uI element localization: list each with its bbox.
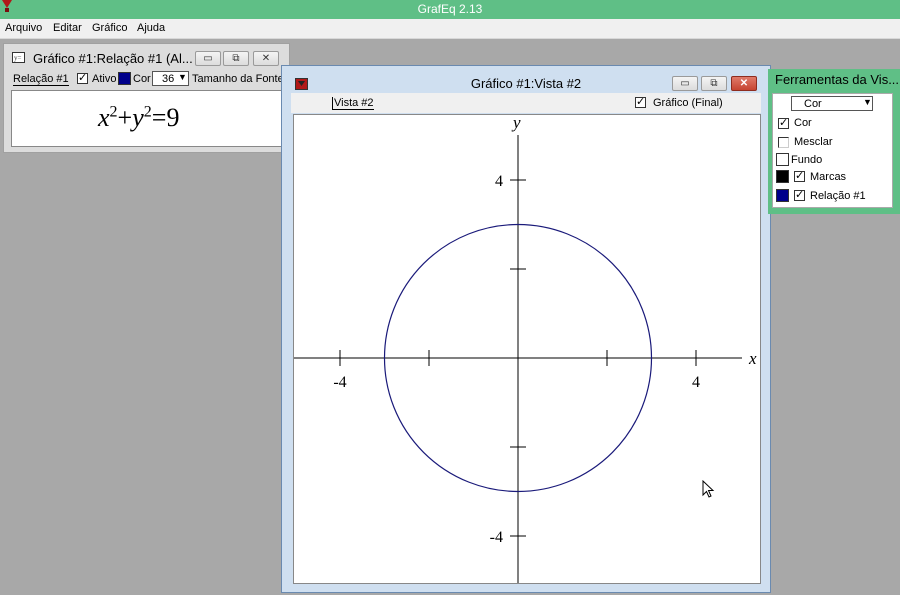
relation-window-title: Gráfico #1:Relação #1 (Al...	[33, 51, 193, 66]
view-toolbar: Vista #2 ✓ Gráfico (Final)	[291, 93, 761, 113]
tools-cor-checkbox[interactable]: ✓	[778, 117, 789, 129]
view-close-button[interactable]: ✕	[731, 76, 757, 91]
svg-text:y=: y=	[14, 54, 22, 62]
graph-canvas[interactable]: x y -4 4 4 -4	[293, 113, 761, 584]
tools-relation-checkbox[interactable]: ✓	[794, 189, 805, 201]
active-checkbox[interactable]: ✓	[77, 72, 88, 84]
relation-window-icon: y=	[12, 52, 25, 63]
close-icon: ✕	[739, 78, 749, 89]
equation-equals: =	[151, 103, 167, 132]
check-icon: ✓	[78, 72, 88, 84]
equation-exp-2: 2	[143, 103, 152, 121]
x-tick-label: -4	[333, 374, 346, 391]
relation-minimize-button[interactable]: ▭	[195, 51, 221, 66]
menu-ajuda[interactable]: Ajuda	[137, 22, 165, 34]
font-size-label: Tamanho da Fonte	[192, 73, 284, 85]
tools-mode-select[interactable]: Cor ▼	[791, 96, 873, 111]
tools-mesclar-label: Mesclar	[794, 136, 833, 148]
equation-exp-1: 2	[109, 103, 118, 121]
dropdown-arrow-icon: ▼	[178, 72, 187, 82]
plot-svg: x y -4 4 4 -4	[294, 113, 757, 583]
tools-marcas-swatch[interactable]	[776, 170, 789, 183]
tools-mesclar-checkbox[interactable]	[778, 137, 789, 148]
minimize-icon: ▭	[203, 53, 213, 64]
restore-icon: ⧉	[232, 53, 240, 64]
x-axis-label: x	[748, 349, 757, 368]
relation-window: y= Gráfico #1:Relação #1 (Al... ▭ ⧉ ✕ Re…	[3, 43, 290, 153]
tools-fundo-swatch[interactable]	[776, 153, 789, 166]
y-tick-label: -4	[490, 529, 503, 546]
equation-var-x: x	[98, 103, 110, 132]
restore-icon: ⧉	[710, 78, 718, 89]
check-icon: ✓	[795, 189, 805, 201]
view-tab[interactable]: Vista #2	[332, 97, 374, 110]
tools-marcas-checkbox[interactable]: ✓	[794, 170, 805, 182]
app-title-bar: GrafEq 2.13	[0, 0, 900, 19]
equation-rhs: 9	[166, 103, 180, 132]
mouse-cursor-icon	[702, 480, 715, 498]
minimize-icon: ▭	[680, 78, 690, 89]
active-label: Ativo	[92, 73, 117, 85]
equation-plus: +	[117, 103, 133, 132]
tools-relation-swatch[interactable]	[776, 189, 789, 202]
dropdown-arrow-icon: ▼	[863, 97, 872, 107]
x-tick-label: 4	[692, 374, 700, 391]
tools-mode-value: Cor	[804, 98, 822, 110]
check-icon: ✓	[795, 170, 805, 182]
y-tick-label: 4	[495, 173, 503, 190]
relation-tab[interactable]: Relação #1	[13, 73, 69, 86]
color-label: Cor	[133, 73, 151, 85]
tools-panel-body: Cor ▼ ✓ Cor Mesclar Fundo ✓ Marcas ✓ Rel…	[772, 93, 893, 208]
graph-final-checkbox[interactable]: ✓	[635, 96, 646, 108]
check-icon: ✓	[636, 96, 646, 108]
app-title: GrafEq 2.13	[417, 2, 483, 16]
tools-fundo-label: Fundo	[791, 154, 823, 166]
menu-grafico[interactable]: Gráfico	[92, 22, 127, 34]
relation-color-swatch[interactable]	[118, 72, 131, 85]
tools-marcas-label: Marcas	[810, 171, 847, 183]
y-axis-label: y	[511, 115, 521, 132]
equation-editor[interactable]: x2+y2=9	[11, 90, 284, 147]
menu-arquivo[interactable]: Arquivo	[5, 22, 42, 34]
close-icon: ✕	[261, 53, 271, 64]
view-minimize-button[interactable]: ▭	[672, 76, 698, 91]
check-icon: ✓	[779, 117, 789, 129]
equation-var-y: y	[132, 103, 144, 132]
tools-cor-label: Cor	[794, 117, 812, 129]
relation-close-button[interactable]: ✕	[253, 51, 279, 66]
menu-editar[interactable]: Editar	[53, 22, 82, 34]
menu-bar: Arquivo Editar Gráfico Ajuda	[0, 19, 900, 39]
relation-restore-button[interactable]: ⧉	[223, 51, 249, 66]
tools-panel-title: Ferramentas da Vis...	[775, 72, 900, 87]
tools-relation-label: Relação #1	[810, 190, 866, 202]
view-restore-button[interactable]: ⧉	[701, 76, 727, 91]
font-size-value: 36	[162, 73, 175, 85]
equation: x2+y2=9	[98, 103, 179, 133]
font-size-select[interactable]: 36 ▼	[152, 71, 189, 86]
graph-final-label: Gráfico (Final)	[653, 97, 723, 109]
